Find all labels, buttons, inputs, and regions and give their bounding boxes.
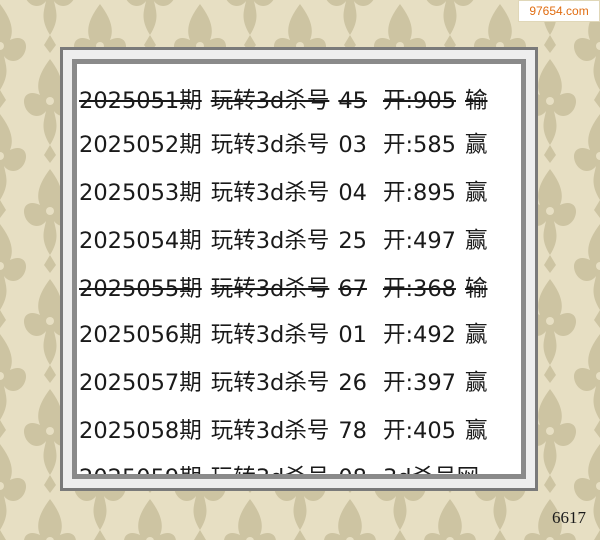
record-row: 2025056期 玩转3d杀号 01 开:492 赢	[79, 320, 488, 350]
record-row: 2025054期 玩转3d杀号 25 开:497 赢	[79, 226, 488, 256]
kill-number: 45	[338, 88, 367, 114]
draw-result: 开:905	[382, 88, 456, 114]
record-row: 2025055期 玩转3d杀号 67 开:368 输	[79, 274, 488, 304]
game-name: 玩转3d杀号	[210, 180, 330, 206]
draw-result: 开:895	[382, 180, 456, 206]
kill-number: 67	[338, 276, 367, 302]
kill-number: 78	[338, 418, 367, 444]
site-label: 3d杀号网	[382, 465, 480, 479]
kill-number: 25	[338, 228, 367, 254]
outcome: 赢	[465, 228, 488, 254]
kill-number: 03	[338, 132, 367, 158]
period: 2025055期	[79, 276, 202, 302]
draw-result: 开:585	[382, 132, 456, 158]
game-name: 玩转3d杀号	[210, 418, 330, 444]
record-row: 2025051期 玩转3d杀号 45 开:905 输	[79, 86, 488, 116]
outcome: 赢	[465, 418, 488, 444]
period: 2025057期	[79, 370, 202, 396]
draw-result: 开:497	[382, 228, 456, 254]
corner-number: 6617	[552, 508, 586, 527]
game-name: 玩转3d杀号	[210, 228, 330, 254]
kill-number: 08	[338, 465, 367, 479]
record-list: 2025051期 玩转3d杀号 45 开:905 输 2025052期 玩转3d杀号 03 开…	[72, 59, 526, 479]
outcome: 输	[465, 276, 488, 302]
period: 2025053期	[79, 180, 202, 206]
record-row: 2025058期 玩转3d杀号 78 开:405 赢	[79, 416, 488, 446]
draw-result: 开:405	[382, 418, 456, 444]
kill-number: 01	[338, 322, 367, 348]
period: 2025051期	[79, 88, 202, 114]
game-name: 玩转3d杀号	[210, 370, 330, 396]
record-row: 2025053期 玩转3d杀号 04 开:895 赢	[79, 178, 488, 208]
draw-result: 开:397	[382, 370, 456, 396]
draw-result: 开:368	[382, 276, 456, 302]
period: 2025058期	[79, 418, 202, 444]
outcome: 赢	[465, 180, 488, 206]
game-name: 玩转3d杀号	[210, 276, 330, 302]
outcome: 赢	[465, 370, 488, 396]
outcome: 赢	[465, 322, 488, 348]
record-row: 2025059期 玩转3d杀号 08 3d杀号网	[79, 463, 488, 479]
record-row: 2025052期 玩转3d杀号 03 开:585 赢	[79, 130, 488, 160]
site-watermark: 97654.com	[518, 0, 600, 22]
game-name: 玩转3d杀号	[210, 322, 330, 348]
period: 2025056期	[79, 322, 202, 348]
outcome: 赢	[465, 132, 488, 158]
draw-result: 开:492	[382, 322, 456, 348]
game-name: 玩转3d杀号	[210, 465, 330, 479]
period: 2025052期	[79, 132, 202, 158]
record-row: 2025057期 玩转3d杀号 26 开:397 赢	[79, 368, 488, 398]
game-name: 玩转3d杀号	[210, 132, 330, 158]
game-name: 玩转3d杀号	[210, 88, 330, 114]
kill-number: 26	[338, 370, 367, 396]
picture-frame: 2025051期 玩转3d杀号 45 开:905 输 2025052期 玩转3d杀号 03 开…	[60, 47, 538, 491]
outcome: 输	[465, 88, 488, 114]
period: 2025054期	[79, 228, 202, 254]
period: 2025059期	[79, 465, 202, 479]
kill-number: 04	[338, 180, 367, 206]
